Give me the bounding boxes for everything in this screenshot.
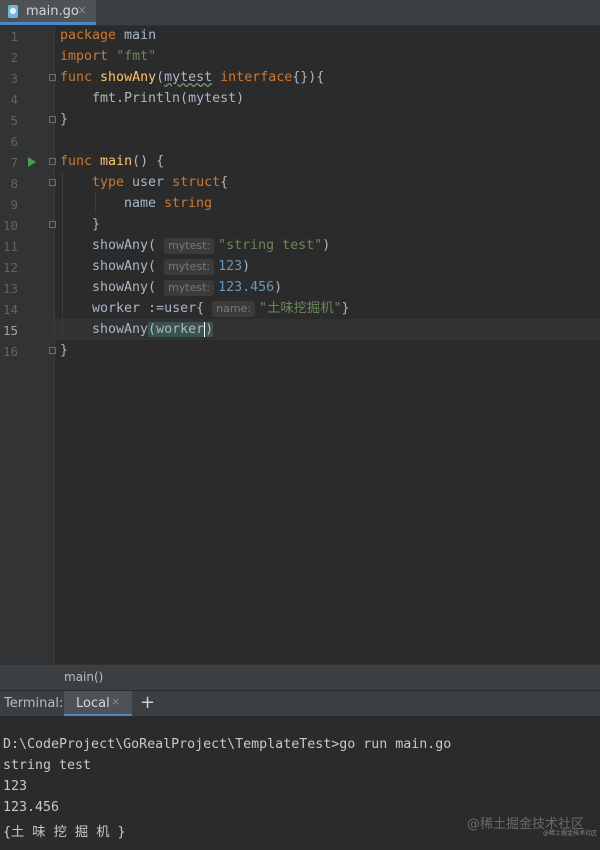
fold-icon[interactable] [49,221,56,228]
line-number: 3 [10,71,18,86]
terminal-line: 123.456 [3,800,60,815]
close-icon[interactable]: × [111,695,120,708]
code-line-3: func showAny(mytest interface{}){ [60,70,325,85]
code-line-10: } [92,217,101,232]
line-number: 7 [10,155,18,170]
terminal-line: D:\CodeProject\GoRealProject\TemplateTes… [3,737,452,752]
fold-icon[interactable] [49,74,56,81]
breadcrumb: main() [0,664,600,691]
line-number: 9 [10,197,18,212]
code-line-16: } [60,343,69,358]
line-number: 4 [10,92,18,107]
fold-icon[interactable] [49,347,56,354]
breadcrumb-item[interactable]: main() [64,670,103,684]
tab-main-go[interactable]: main.go × [0,0,96,25]
line-number: 2 [10,50,18,65]
editor-tab-bar: main.go × [0,0,600,26]
fold-icon[interactable] [49,116,56,123]
code-line-15[interactable]: showAny(worker) [92,319,214,340]
code-line-14: worker :=user{ name: "土味挖掘机"} [92,301,350,317]
fold-icon[interactable] [49,179,56,186]
terminal-line: {土 味 挖 掘 机 } [3,825,126,840]
line-number: 13 [2,281,18,296]
indent-guide [62,172,63,340]
line-number: 10 [2,218,18,233]
close-icon[interactable]: × [77,3,87,17]
line-number: 14 [2,302,18,317]
code-line-7: func main() { [60,154,165,169]
code-line-8: type user struct{ [92,175,229,190]
terminal-title: Terminal: [4,696,64,711]
line-number: 6 [10,134,18,149]
terminal-tab-local[interactable]: Local × [64,691,132,716]
terminal-tab-label: Local [76,696,110,711]
code-line-1: package main [60,28,157,43]
add-icon[interactable]: + [140,692,155,713]
line-number: 8 [10,176,18,191]
tab-label: main.go [26,4,79,19]
code-editor[interactable] [55,26,600,664]
parameter-hint: mytest: [164,259,215,275]
go-file-icon [8,5,18,18]
code-line-11: showAny( mytest: "string test") [92,238,331,254]
code-line-2: import "fmt" [60,49,157,64]
line-number: 12 [2,260,18,275]
code-line-9: name string [124,196,213,211]
line-number: 5 [10,113,18,128]
parameter-hint: mytest: [164,238,215,254]
code-line-5: } [60,112,69,127]
terminal-line: string test [3,758,92,773]
line-number: 1 [10,29,18,44]
terminal-line: 123 [3,779,28,794]
terminal-header: Terminal: Local × + [0,690,600,716]
line-number: 16 [2,344,18,359]
parameter-hint: name: [212,301,256,317]
code-line-4: fmt.Println(mytest) [92,91,245,106]
parameter-hint: mytest: [164,280,215,296]
code-line-12: showAny( mytest: 123) [92,259,251,275]
code-line-13: showAny( mytest: 123.456) [92,280,283,296]
indent-guide [95,193,96,214]
line-number: 11 [2,239,18,254]
run-icon[interactable] [28,157,36,167]
fold-icon[interactable] [49,158,56,165]
watermark-small: @稀土掘金技术社区 [543,830,598,837]
line-number: 15 [2,323,18,338]
